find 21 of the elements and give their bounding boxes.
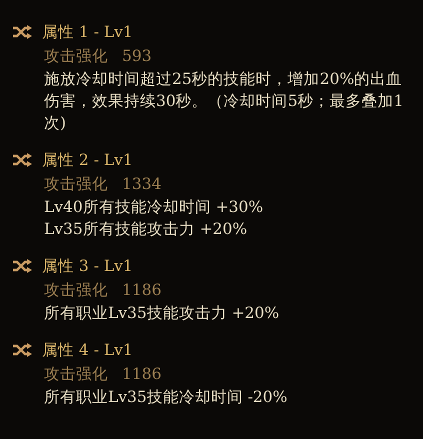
attribute-title: 属性 1 - Lv1 (42, 22, 133, 42)
shuffle-icon (12, 259, 32, 273)
stat-value: 1186 (122, 280, 162, 301)
attribute-title: 属性 3 - Lv1 (42, 256, 133, 276)
stat-label: 攻击强化 (44, 280, 108, 301)
shuffle-icon (12, 25, 32, 39)
stat-label: 攻击强化 (44, 364, 108, 385)
effect-text: 所有职业Lv35技能冷却时间 -20% (44, 387, 288, 408)
effect-text: 施放冷却时间超过25秒的技能时，增加20%的出血伤害，效果持续30秒。（冷却时间5秒；最多叠加1次) (44, 69, 404, 134)
stat-value: 593 (122, 46, 152, 67)
shuffle-icon (12, 343, 32, 357)
effect-text: Lv35所有技能攻击力 +20% (44, 219, 248, 240)
stat-value: 1334 (122, 174, 162, 195)
shuffle-icon (12, 153, 32, 167)
attribute-title: 属性 2 - Lv1 (42, 150, 133, 170)
stat-value: 1186 (122, 364, 162, 385)
stat-label: 攻击强化 (44, 46, 108, 67)
stat-label: 攻击强化 (44, 174, 108, 195)
attribute-title: 属性 4 - Lv1 (42, 340, 133, 360)
effect-text: Lv40所有技能冷却时间 +30% (44, 197, 264, 218)
effect-text: 所有职业Lv35技能攻击力 +20% (44, 303, 280, 324)
